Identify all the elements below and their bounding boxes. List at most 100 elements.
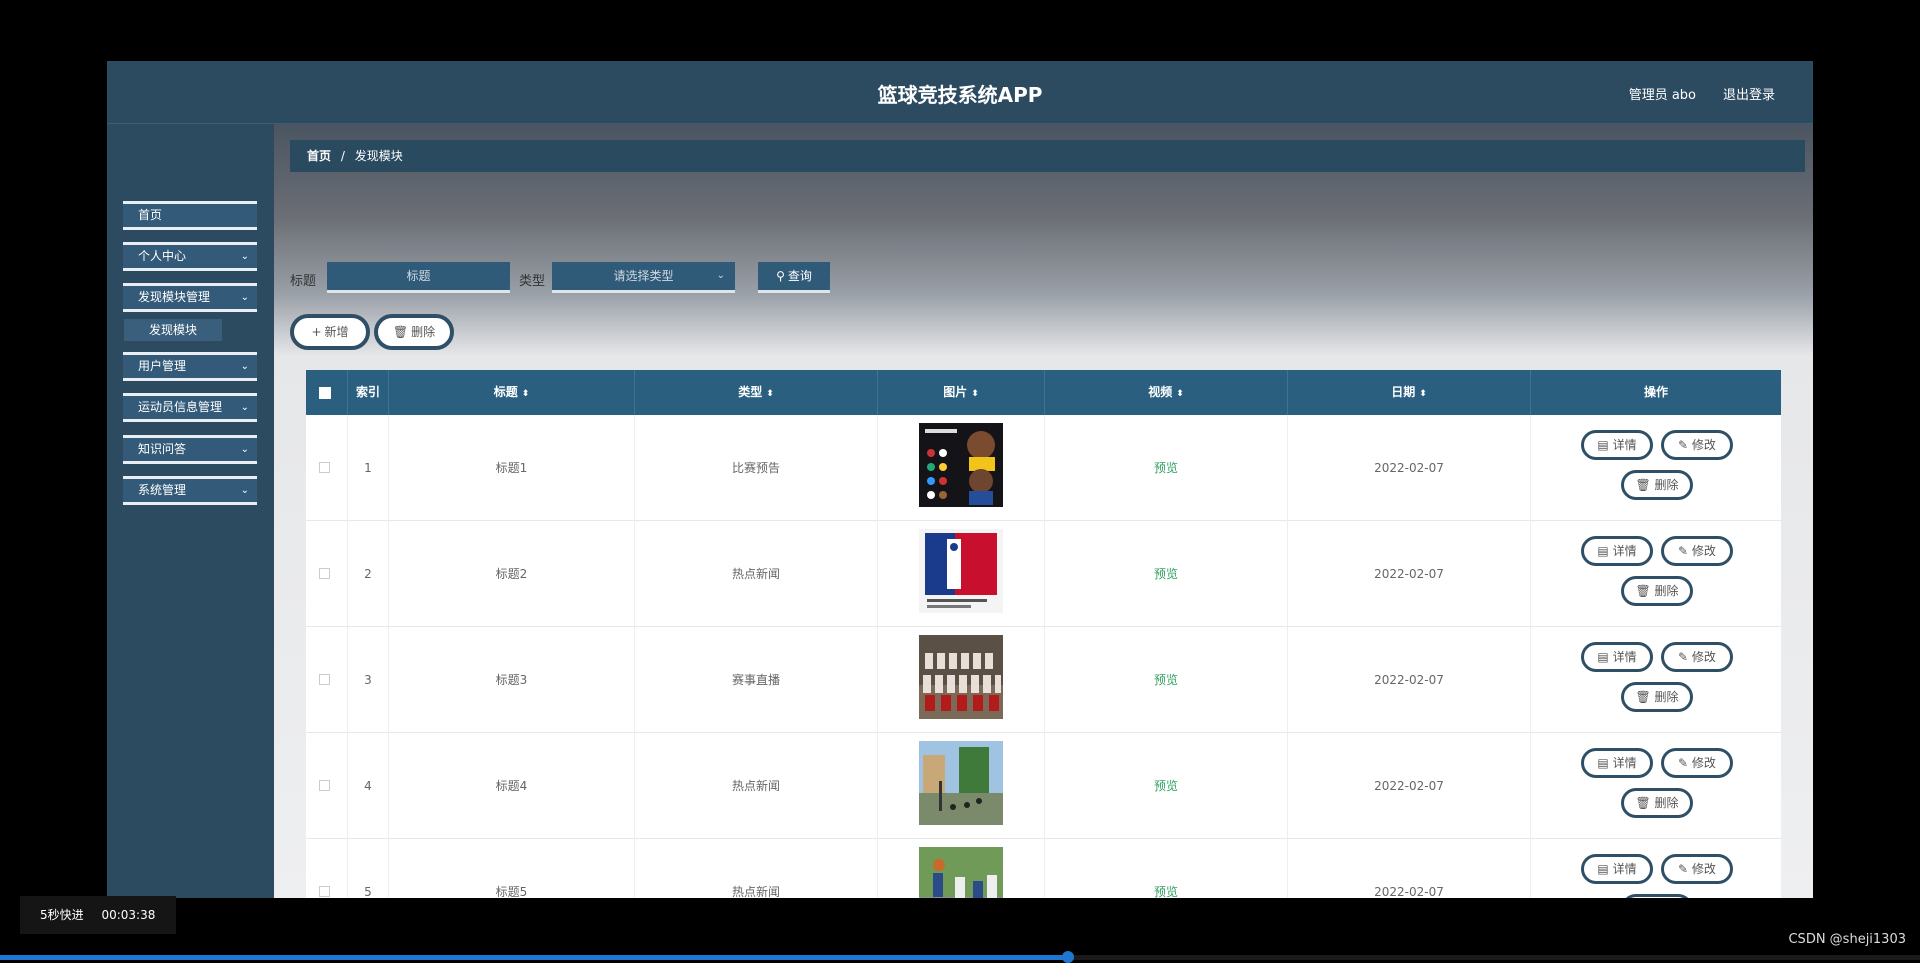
row-checkbox[interactable] bbox=[319, 462, 330, 473]
edit-button[interactable]: ✎ 修改 bbox=[1661, 536, 1733, 566]
row-checkbox-cell bbox=[306, 415, 348, 521]
sidebar-item-athlete-management[interactable]: 运动员信息管理 ⌄ bbox=[123, 393, 257, 422]
chevron-down-icon: ⌄ bbox=[240, 361, 249, 372]
select-all-checkbox[interactable] bbox=[319, 387, 331, 399]
sidebar-item-label: 发现模块管理 bbox=[138, 290, 211, 304]
row-type: 赛事直播 bbox=[635, 627, 878, 733]
bulk-delete-button[interactable]: 🗑 删除 bbox=[374, 314, 454, 350]
row-checkbox[interactable] bbox=[319, 886, 330, 897]
type-select[interactable]: 请选择类型 ⌄ bbox=[552, 262, 735, 293]
sidebar-item-home[interactable]: 首页 bbox=[123, 201, 257, 230]
sort-icon: ⬍ bbox=[1419, 389, 1427, 399]
detail-button[interactable]: ▤ 详情 bbox=[1581, 854, 1653, 884]
row-video-preview[interactable]: 预览 bbox=[1045, 415, 1288, 521]
title-search-input[interactable]: 标题 bbox=[327, 262, 510, 293]
row-actions: ▤ 详情 ✎ 修改 🗑 删除 bbox=[1531, 521, 1781, 627]
delete-button[interactable]: 🗑 删除 bbox=[1621, 894, 1693, 898]
row-video-preview[interactable]: 预览 bbox=[1045, 627, 1288, 733]
table-row: 5 标题5 热点新闻 预览 2022-02-07 ▤ 详情 ✎ 修改 🗑 删除 bbox=[306, 839, 1781, 898]
detail-button[interactable]: ▤ 详情 bbox=[1581, 536, 1653, 566]
table-header: 索引 标题 ⬍ 类型 ⬍ 图片 ⬍ 视频 ⬍ 日期 ⬍ 操作 bbox=[306, 370, 1781, 415]
pencil-icon: ✎ bbox=[1678, 544, 1692, 558]
trash-icon: 🗑 bbox=[1635, 478, 1655, 492]
edit-button-label: 修改 bbox=[1691, 756, 1716, 770]
chevron-down-icon: ⌄ bbox=[240, 402, 249, 413]
header-video[interactable]: 视频 ⬍ bbox=[1045, 370, 1288, 415]
row-index: 1 bbox=[348, 415, 389, 521]
row-thumbnail[interactable] bbox=[919, 529, 1003, 613]
sidebar-item-system[interactable]: 系统管理 ⌄ bbox=[123, 476, 257, 505]
delete-button[interactable]: 🗑 删除 bbox=[1621, 470, 1693, 500]
delete-button[interactable]: 🗑 删除 bbox=[1621, 788, 1693, 818]
header-image[interactable]: 图片 ⬍ bbox=[878, 370, 1045, 415]
document-icon: ▤ bbox=[1597, 650, 1613, 664]
row-checkbox[interactable] bbox=[319, 674, 330, 685]
row-thumbnail[interactable] bbox=[919, 635, 1003, 719]
sort-icon: ⬍ bbox=[971, 389, 979, 399]
edit-button[interactable]: ✎ 修改 bbox=[1661, 748, 1733, 778]
add-button-label: 新增 bbox=[324, 325, 349, 339]
detail-button[interactable]: ▤ 详情 bbox=[1581, 748, 1653, 778]
query-button[interactable]: ⚲ 查询 bbox=[758, 262, 830, 293]
add-button[interactable]: + 新增 bbox=[290, 314, 370, 350]
row-thumbnail[interactable] bbox=[919, 741, 1003, 825]
breadcrumb-home[interactable]: 首页 bbox=[307, 149, 331, 163]
skip-forward-button[interactable]: 5秒快进 bbox=[40, 908, 84, 922]
document-icon: ▤ bbox=[1597, 544, 1613, 558]
row-thumbnail[interactable] bbox=[919, 423, 1003, 507]
row-video-preview[interactable]: 预览 bbox=[1045, 733, 1288, 839]
top-bar: 篮球竞技系统APP 管理员 abo 退出登录 bbox=[107, 61, 1813, 124]
edit-button-label: 修改 bbox=[1691, 438, 1716, 452]
sidebar-item-qa[interactable]: 知识问答 ⌄ bbox=[123, 435, 257, 464]
row-image-cell bbox=[878, 415, 1045, 521]
progress-fill bbox=[0, 955, 1068, 960]
row-title: 标题3 bbox=[389, 627, 635, 733]
delete-button-label: 删除 bbox=[1654, 690, 1679, 704]
row-actions: ▤ 详情 ✎ 修改 🗑 删除 bbox=[1531, 627, 1781, 733]
sidebar: 首页 个人中心 ⌄ 发现模块管理 ⌄ 发现模块 用户管理 ⌄ 运动员信息管理 ⌄ 知识问… bbox=[107, 124, 272, 898]
detail-button[interactable]: ▤ 详情 bbox=[1581, 642, 1653, 672]
watermark: CSDN @sheji1303 bbox=[1788, 932, 1906, 947]
header-date[interactable]: 日期 ⬍ bbox=[1288, 370, 1531, 415]
pencil-icon: ✎ bbox=[1678, 438, 1692, 452]
type-search-label: 类型 bbox=[519, 274, 546, 289]
edit-button[interactable]: ✎ 修改 bbox=[1661, 430, 1733, 460]
sidebar-item-personal-center[interactable]: 个人中心 ⌄ bbox=[123, 242, 257, 271]
header-checkbox-cell bbox=[306, 370, 348, 415]
row-date: 2022-02-07 bbox=[1288, 839, 1531, 898]
app-window: 篮球竞技系统APP 管理员 abo 退出登录 首页 个人中心 ⌄ 发现模块管理 ⌄ … bbox=[107, 61, 1813, 898]
edit-button[interactable]: ✎ 修改 bbox=[1661, 854, 1733, 884]
row-checkbox[interactable] bbox=[319, 568, 330, 579]
row-checkbox[interactable] bbox=[319, 780, 330, 791]
header-title[interactable]: 标题 ⬍ bbox=[389, 370, 635, 415]
progress-handle[interactable] bbox=[1061, 951, 1074, 963]
table-row: 2 标题2 热点新闻 预览 2022-02-07 ▤ 详情 ✎ 修改 🗑 删除 bbox=[306, 521, 1781, 627]
detail-button[interactable]: ▤ 详情 bbox=[1581, 430, 1653, 460]
sidebar-subitem-discover[interactable]: 发现模块 bbox=[124, 319, 222, 341]
detail-button-label: 详情 bbox=[1612, 438, 1637, 452]
row-type: 比赛预告 bbox=[635, 415, 878, 521]
sidebar-item-discover-management[interactable]: 发现模块管理 ⌄ bbox=[123, 283, 257, 312]
bulk-delete-label: 删除 bbox=[411, 325, 436, 339]
edit-button[interactable]: ✎ 修改 bbox=[1661, 642, 1733, 672]
row-image-cell bbox=[878, 521, 1045, 627]
row-index: 2 bbox=[348, 521, 389, 627]
document-icon: ▤ bbox=[1597, 756, 1613, 770]
delete-button[interactable]: 🗑 删除 bbox=[1621, 576, 1693, 606]
row-type: 热点新闻 bbox=[635, 521, 878, 627]
row-video-preview[interactable]: 预览 bbox=[1045, 839, 1288, 898]
delete-button[interactable]: 🗑 删除 bbox=[1621, 682, 1693, 712]
row-thumbnail[interactable] bbox=[919, 847, 1003, 898]
sidebar-item-user-management[interactable]: 用户管理 ⌄ bbox=[123, 352, 257, 381]
detail-button-label: 详情 bbox=[1612, 862, 1637, 876]
sidebar-item-label: 知识问答 bbox=[138, 442, 187, 456]
chevron-down-icon: ⌄ bbox=[240, 251, 249, 262]
document-icon: ▤ bbox=[1597, 862, 1613, 876]
row-actions: ▤ 详情 ✎ 修改 🗑 删除 bbox=[1531, 415, 1781, 521]
sidebar-item-label: 系统管理 bbox=[138, 483, 187, 497]
logout-link[interactable]: 退出登录 bbox=[1723, 84, 1775, 103]
header-type[interactable]: 类型 ⬍ bbox=[635, 370, 878, 415]
row-index: 3 bbox=[348, 627, 389, 733]
row-video-preview[interactable]: 预览 bbox=[1045, 521, 1288, 627]
table-row: 4 标题4 热点新闻 预览 2022-02-07 ▤ 详情 ✎ 修改 🗑 删除 bbox=[306, 733, 1781, 839]
